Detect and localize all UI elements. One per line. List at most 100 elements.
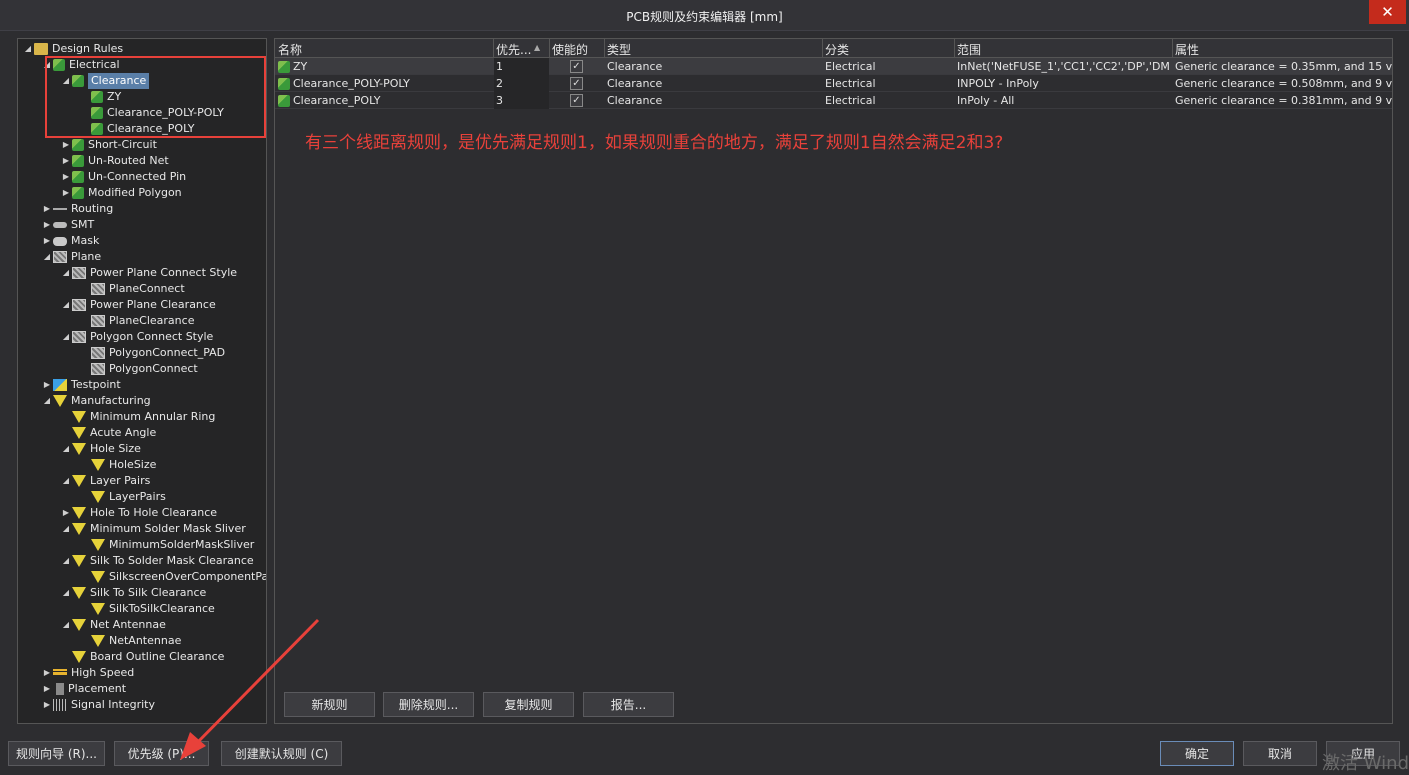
tree-item-mask[interactable]: ▶ Mask (41, 233, 99, 249)
collapse-arrow-icon[interactable]: ▶ (41, 377, 53, 393)
copy-rule-button[interactable]: 复制规则 (483, 692, 574, 717)
enabled-checkbox[interactable]: ✓ (570, 60, 583, 73)
collapse-arrow-icon[interactable]: ▶ (41, 233, 53, 249)
header-type[interactable]: 类型 (607, 41, 631, 58)
table-row[interactable]: Clearance_POLY 3 ✓ Clearance Electrical … (275, 92, 1392, 109)
expand-arrow-icon[interactable]: ◢ (60, 617, 72, 633)
expand-arrow-icon[interactable]: ◢ (60, 297, 72, 313)
tree-item-hole-to-hole-clearance[interactable]: ▶ Hole To Hole Clearance (60, 505, 217, 521)
new-rule-button[interactable]: 新规则 (284, 692, 375, 717)
enabled-checkbox[interactable]: ✓ (570, 77, 583, 90)
rule-icon (72, 155, 84, 167)
expand-arrow-icon[interactable]: ◢ (60, 265, 72, 281)
manufacturing-icon (72, 427, 86, 439)
placement-icon (56, 683, 64, 695)
tree-item-min-annular-ring[interactable]: Minimum Annular Ring (72, 409, 215, 425)
expand-arrow-icon[interactable]: ◢ (60, 473, 72, 489)
expand-arrow-icon[interactable]: ◢ (60, 553, 72, 569)
tree-item-layer-pairs[interactable]: ◢ Layer Pairs (60, 473, 150, 489)
priorities-button[interactable]: 优先级 (P)... (114, 741, 209, 766)
expand-arrow-icon[interactable]: ◢ (22, 41, 34, 57)
collapse-arrow-icon[interactable]: ▶ (41, 201, 53, 217)
collapse-arrow-icon[interactable]: ▶ (41, 681, 53, 697)
tree-item-hole-size[interactable]: ◢ Hole Size (60, 441, 141, 457)
tree-item-board-outline-clearance[interactable]: Board Outline Clearance (72, 649, 224, 665)
collapse-arrow-icon[interactable]: ▶ (60, 185, 72, 201)
tree-item-power-plane-clearance[interactable]: ◢ Power Plane Clearance (60, 297, 216, 313)
tree-item-unconnected-pin[interactable]: ▶ Un-Connected Pin (60, 169, 186, 185)
header-category[interactable]: 分类 (825, 41, 849, 58)
tree-item-short-circuit[interactable]: ▶ Short-Circuit (60, 137, 157, 153)
tree-item-testpoint[interactable]: ▶ Testpoint (41, 377, 121, 393)
close-button[interactable]: ✕ (1369, 0, 1406, 24)
tree-item-polygon-connect-pad[interactable]: PolygonConnect_PAD (91, 345, 225, 361)
enabled-checkbox[interactable]: ✓ (570, 94, 583, 107)
create-default-rules-button[interactable]: 创建默认规则 (C) (221, 741, 342, 766)
tree-item-polygon-connect-style[interactable]: ◢ Polygon Connect Style (60, 329, 213, 345)
expand-arrow-icon[interactable]: ◢ (60, 585, 72, 601)
rules-grid[interactable]: 名称 优先... ▲ 使能的 类型 分类 范围 属性 ZY 1 ✓ Cleara… (274, 38, 1393, 724)
collapse-arrow-icon[interactable]: ▶ (60, 153, 72, 169)
tree-item-manufacturing[interactable]: ◢ Manufacturing (41, 393, 151, 409)
rule-tree[interactable]: ◢ Design Rules ◢ Electrical ◢ Clearance … (17, 38, 267, 724)
header-scope[interactable]: 范围 (957, 41, 981, 58)
plane-icon (72, 299, 86, 311)
manufacturing-icon (91, 539, 105, 551)
activation-watermark: 激活 Wind (1322, 753, 1409, 774)
collapse-arrow-icon[interactable]: ▶ (60, 505, 72, 521)
cancel-button[interactable]: 取消 (1243, 741, 1317, 766)
tree-item-silk-over-component-pad[interactable]: SilkscreenOverComponentPad (91, 569, 266, 585)
collapse-arrow-icon[interactable]: ▶ (41, 217, 53, 233)
check-icon: ✓ (572, 78, 581, 89)
tree-item-signal-integrity[interactable]: ▶ Signal Integrity (41, 697, 155, 713)
collapse-arrow-icon[interactable]: ▶ (60, 137, 72, 153)
tree-item-modified-polygon[interactable]: ▶ Modified Polygon (60, 185, 182, 201)
tree-item-plane[interactable]: ◢ Plane (41, 249, 101, 265)
tree-item-placement[interactable]: ▶ Placement (41, 681, 126, 697)
manufacturing-icon (91, 459, 105, 471)
check-icon: ✓ (572, 95, 581, 106)
report-button[interactable]: 报告... (583, 692, 674, 717)
check-icon: ✓ (572, 61, 581, 72)
expand-arrow-icon[interactable]: ◢ (60, 441, 72, 457)
header-name[interactable]: 名称 (278, 41, 302, 58)
tree-item-polygon-connect[interactable]: PolygonConnect (91, 361, 198, 377)
expand-arrow-icon[interactable]: ◢ (60, 329, 72, 345)
header-attributes[interactable]: 属性 (1175, 41, 1199, 58)
tree-item-layerpairs-rule[interactable]: LayerPairs (91, 489, 166, 505)
expand-arrow-icon[interactable]: ◢ (60, 521, 72, 537)
highlight-box (45, 56, 266, 138)
tree-item-silk-to-silk[interactable]: ◢ Silk To Silk Clearance (60, 585, 206, 601)
tree-item-acute-angle[interactable]: Acute Angle (72, 425, 156, 441)
tree-item-power-plane-connect-style[interactable]: ◢ Power Plane Connect Style (60, 265, 237, 281)
tree-item-design-rules[interactable]: ◢ Design Rules (22, 41, 123, 57)
tree-item-smt[interactable]: ▶ SMT (41, 217, 94, 233)
collapse-arrow-icon[interactable]: ▶ (41, 665, 53, 681)
table-row[interactable]: ZY 1 ✓ Clearance Electrical InNet('NetFU… (275, 58, 1392, 75)
manufacturing-icon (91, 635, 105, 647)
expand-arrow-icon[interactable]: ◢ (41, 393, 53, 409)
tree-item-net-antennae-rule[interactable]: NetAntennae (91, 633, 181, 649)
delete-rule-button[interactable]: 删除规则... (383, 692, 474, 717)
collapse-arrow-icon[interactable]: ▶ (60, 169, 72, 185)
header-priority[interactable]: 优先... (496, 41, 531, 58)
tree-item-holesize-rule[interactable]: HoleSize (91, 457, 156, 473)
header-enabled[interactable]: 使能的 (552, 41, 588, 58)
table-row[interactable]: Clearance_POLY-POLY 2 ✓ Clearance Electr… (275, 75, 1392, 92)
tree-item-unrouted-net[interactable]: ▶ Un-Routed Net (60, 153, 169, 169)
tree-item-plane-clearance[interactable]: PlaneClearance (91, 313, 194, 329)
ok-button[interactable]: 确定 (1160, 741, 1234, 766)
tree-item-silk-to-silk-rule[interactable]: SilkToSilkClearance (91, 601, 215, 617)
tree-item-net-antennae[interactable]: ◢ Net Antennae (60, 617, 166, 633)
tree-item-plane-connect[interactable]: PlaneConnect (91, 281, 185, 297)
rule-wizard-button[interactable]: 规则向导 (R)... (8, 741, 105, 766)
tree-item-min-solder-mask-sliver[interactable]: ◢ Minimum Solder Mask Sliver (60, 521, 246, 537)
collapse-arrow-icon[interactable]: ▶ (41, 697, 53, 713)
smt-icon (53, 222, 67, 228)
folder-icon (34, 43, 48, 55)
tree-item-min-solder-mask-sliver-rule[interactable]: MinimumSolderMaskSliver (91, 537, 254, 553)
tree-item-routing[interactable]: ▶ Routing (41, 201, 113, 217)
tree-item-silk-to-solder-mask[interactable]: ◢ Silk To Solder Mask Clearance (60, 553, 254, 569)
expand-arrow-icon[interactable]: ◢ (41, 249, 53, 265)
tree-item-high-speed[interactable]: ▶ High Speed (41, 665, 134, 681)
